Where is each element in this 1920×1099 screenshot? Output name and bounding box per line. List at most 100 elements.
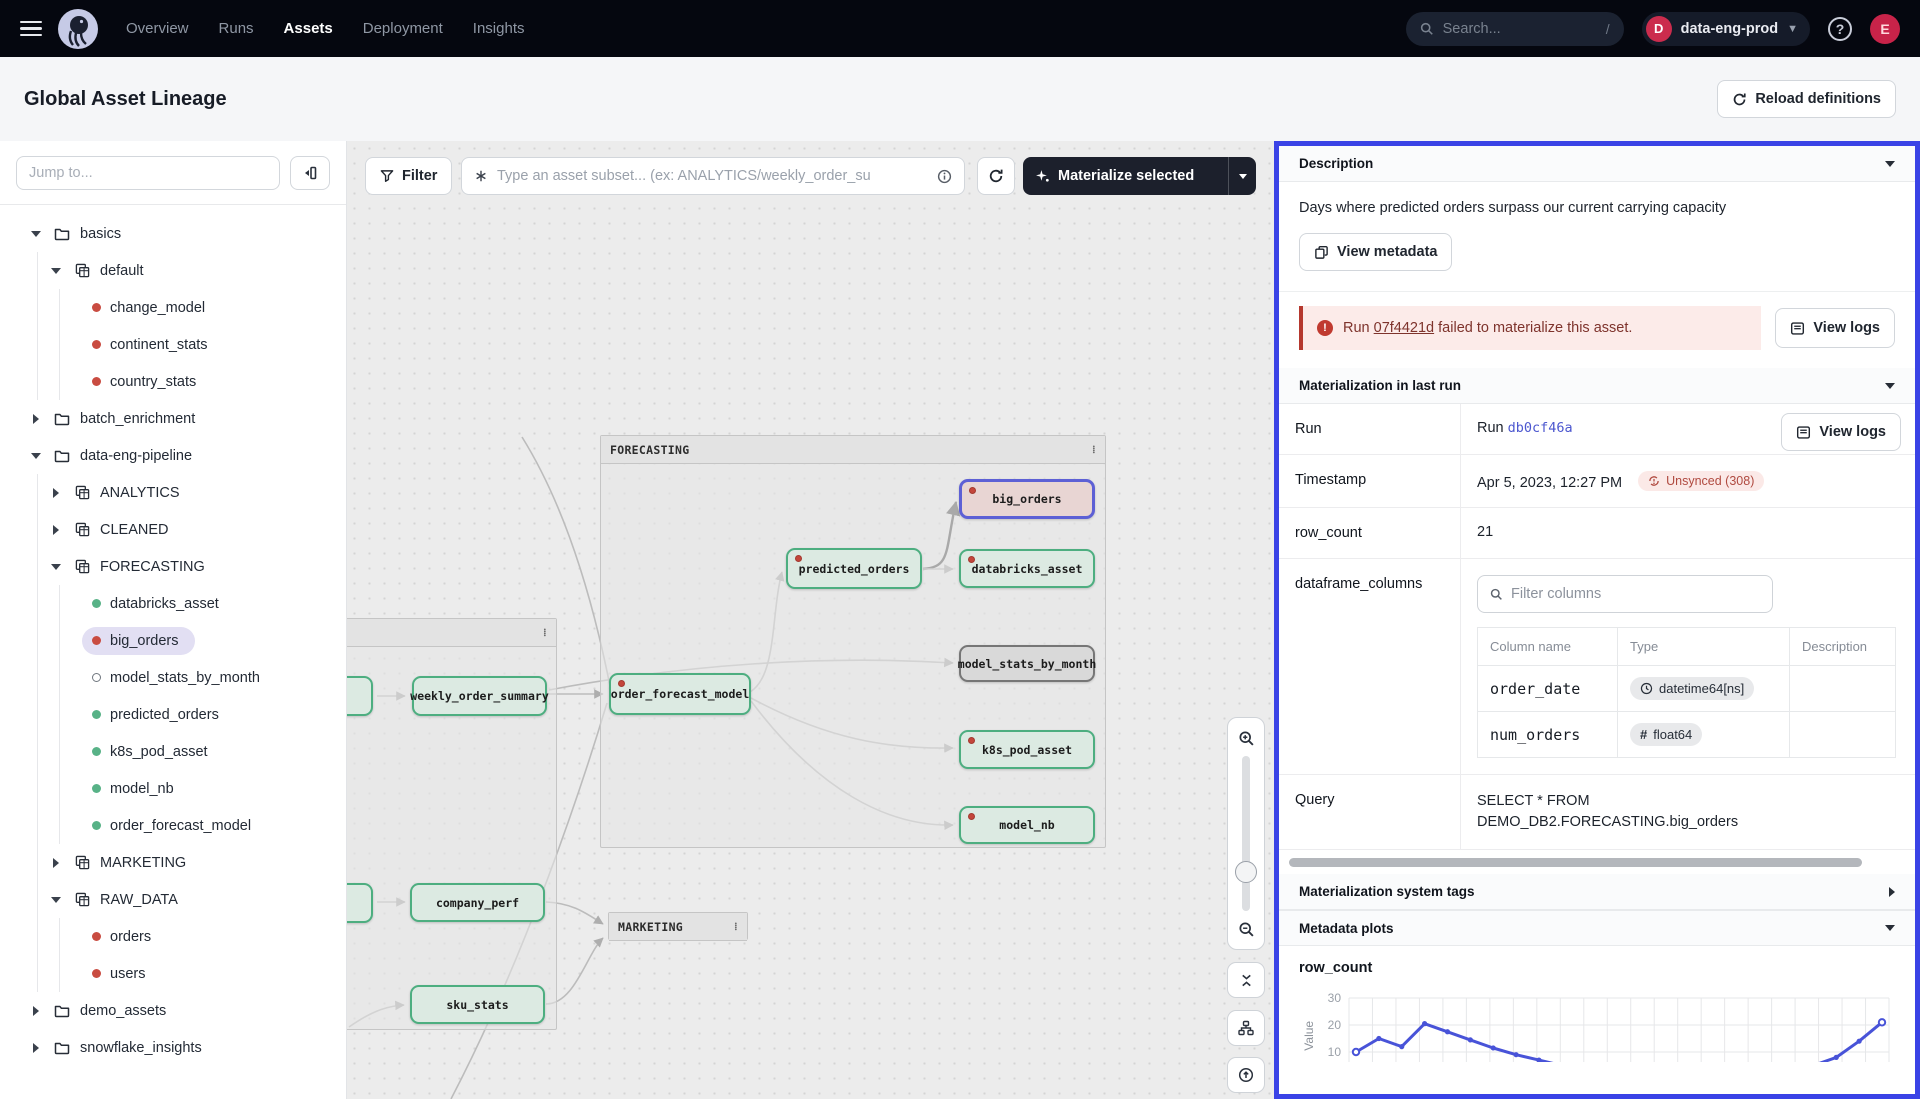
asset-node-order_forecast_model[interactable]: order_forecast_model bbox=[609, 673, 751, 715]
zoom-slider[interactable] bbox=[1242, 756, 1250, 911]
sidebar-item-CLEANED[interactable]: CLEANED bbox=[0, 511, 346, 548]
caret-right-icon[interactable] bbox=[50, 858, 62, 868]
sidebar-item-snowflake_insights[interactable]: snowflake_insights bbox=[0, 1029, 346, 1066]
group-header-MARKETING[interactable]: MARKETING⁞ bbox=[609, 913, 747, 941]
lineage-canvas[interactable]: ⁞FORECASTING⁞MARKETING⁞ weekly_order_sum… bbox=[347, 141, 1274, 1099]
sidebar-item-FORECASTING[interactable]: FORECASTING bbox=[0, 548, 346, 585]
sidebar-item-order_forecast_model[interactable]: order_forecast_model bbox=[0, 807, 346, 844]
asset-node-sku_stats[interactable]: sku_stats bbox=[410, 985, 545, 1024]
sidebar-item-orders[interactable]: orders bbox=[0, 918, 346, 955]
caret-right-icon[interactable] bbox=[30, 1043, 42, 1053]
materialize-main[interactable]: Materialize selected bbox=[1023, 168, 1228, 184]
view-logs-button[interactable]: View logs bbox=[1781, 413, 1901, 451]
recenter-button[interactable] bbox=[1227, 1057, 1265, 1093]
nav-link-insights[interactable]: Insights bbox=[473, 20, 525, 37]
asset-node-weekly_order_summary[interactable]: weekly_order_summary bbox=[412, 676, 547, 716]
caret-down-icon[interactable] bbox=[50, 897, 62, 903]
failed-run-link[interactable]: 07f4421d bbox=[1374, 320, 1434, 336]
caret-down-icon[interactable] bbox=[30, 231, 42, 237]
section-system-tags[interactable]: Materialization system tags bbox=[1279, 874, 1915, 910]
sidebar-item-RAW_DATA[interactable]: RAW_DATA bbox=[0, 881, 346, 918]
nav-link-deployment[interactable]: Deployment bbox=[363, 20, 443, 37]
dagster-logo-icon[interactable] bbox=[58, 9, 98, 49]
filter-button[interactable]: Filter bbox=[365, 157, 452, 195]
caret-down-icon[interactable] bbox=[50, 564, 62, 570]
caret-down-icon[interactable] bbox=[30, 453, 42, 459]
group-header-FORECASTING[interactable]: FORECASTING⁞ bbox=[601, 436, 1105, 464]
refresh-graph-button[interactable] bbox=[977, 157, 1015, 195]
sidebar-item-data-eng-pipeline[interactable]: data-eng-pipeline bbox=[0, 437, 346, 474]
section-materialization-last-run[interactable]: Materialization in last run bbox=[1279, 368, 1915, 404]
info-icon[interactable] bbox=[937, 169, 952, 184]
sidebar-item-change_model[interactable]: change_model bbox=[0, 289, 346, 326]
asset-node-big_orders[interactable]: big_orders bbox=[959, 479, 1095, 519]
materialize-dropdown-button[interactable] bbox=[1228, 157, 1256, 195]
asset-node-databricks_asset[interactable]: databricks_asset bbox=[959, 549, 1095, 588]
asset-tree-sidebar: basicsdefaultchange_modelcontinent_stats… bbox=[0, 141, 347, 1099]
avatar[interactable]: E bbox=[1870, 14, 1900, 44]
zoom-in-button[interactable] bbox=[1238, 724, 1255, 752]
view-logs-button[interactable]: View logs bbox=[1775, 308, 1895, 348]
collapse-sidebar-button[interactable] bbox=[290, 156, 330, 190]
materialize-selected-button[interactable]: Materialize selected bbox=[1023, 157, 1256, 195]
asset-node-company_perf[interactable]: company_perf bbox=[410, 883, 545, 922]
hamburger-menu-icon[interactable] bbox=[20, 21, 42, 37]
global-search-input[interactable]: Search... / bbox=[1406, 12, 1624, 46]
horizontal-scrollbar[interactable] bbox=[1289, 858, 1862, 867]
sidebar-item-model_stats_by_month[interactable]: model_stats_by_month bbox=[0, 659, 346, 696]
group-expand-icon[interactable]: ⁞ bbox=[734, 920, 738, 933]
sidebar-item-demo_assets[interactable]: demo_assets bbox=[0, 992, 346, 1029]
group-header-partial[interactable]: ⁞ bbox=[347, 619, 556, 647]
sidebar-item-country_stats[interactable]: country_stats bbox=[0, 363, 346, 400]
asset-node-clipped_left_1[interactable] bbox=[347, 676, 373, 716]
view-metadata-button[interactable]: View metadata bbox=[1299, 233, 1452, 271]
sidebar-item-ANALYTICS[interactable]: ANALYTICS bbox=[0, 474, 346, 511]
caret-right-icon[interactable] bbox=[30, 1006, 42, 1016]
filter-columns-input[interactable]: Filter columns bbox=[1477, 575, 1773, 613]
asset-tree: basicsdefaultchange_modelcontinent_stats… bbox=[0, 205, 346, 1099]
sidebar-item-batch_enrichment[interactable]: batch_enrichment bbox=[0, 400, 346, 437]
sidebar-item-continent_stats[interactable]: continent_stats bbox=[0, 326, 346, 363]
caret-right-icon[interactable] bbox=[50, 525, 62, 535]
asset-node-k8s_pod_asset[interactable]: k8s_pod_asset bbox=[959, 730, 1095, 769]
caret-right-icon[interactable] bbox=[50, 488, 62, 498]
caret-right-icon[interactable] bbox=[30, 414, 42, 424]
layout-hierarchy-button[interactable] bbox=[1227, 1010, 1265, 1046]
asset-subset-placeholder: Type an asset subset... (ex: ANALYTICS/w… bbox=[497, 168, 928, 184]
section-description[interactable]: Description bbox=[1279, 146, 1915, 182]
asset-node-predicted_orders[interactable]: predicted_orders bbox=[786, 548, 922, 589]
asset-group-icon bbox=[75, 263, 90, 278]
sidebar-item-default[interactable]: default bbox=[0, 252, 346, 289]
svg-text:Value: Value bbox=[1302, 1021, 1316, 1051]
caret-down-icon[interactable] bbox=[50, 268, 62, 274]
sidebar-item-MARKETING[interactable]: MARKETING bbox=[0, 844, 346, 881]
zoom-out-button[interactable] bbox=[1238, 915, 1255, 943]
asset-node-model_stats_by_month[interactable]: model_stats_by_month bbox=[959, 645, 1095, 682]
tree-guide bbox=[37, 881, 38, 918]
group-expand-icon[interactable]: ⁞ bbox=[1092, 443, 1096, 456]
sidebar-item-model_nb[interactable]: model_nb bbox=[0, 770, 346, 807]
zoom-slider-handle[interactable] bbox=[1235, 861, 1257, 883]
view-logs-label: View logs bbox=[1819, 424, 1886, 440]
group-expand-icon[interactable]: ⁞ bbox=[543, 626, 547, 639]
nav-link-runs[interactable]: Runs bbox=[219, 20, 254, 37]
sidebar-item-predicted_orders[interactable]: predicted_orders bbox=[0, 696, 346, 733]
sidebar-item-k8s_pod_asset[interactable]: k8s_pod_asset bbox=[0, 733, 346, 770]
sidebar-item-basics[interactable]: basics bbox=[0, 215, 346, 252]
nav-link-overview[interactable]: Overview bbox=[126, 20, 189, 37]
environment-switcher[interactable]: D data-eng-prod ▼ bbox=[1642, 12, 1810, 46]
sidebar-item-big_orders[interactable]: big_orders bbox=[0, 622, 346, 659]
collapse-groups-button[interactable] bbox=[1227, 962, 1265, 998]
sidebar-item-users[interactable]: users bbox=[0, 955, 346, 992]
jump-to-input[interactable] bbox=[16, 156, 280, 190]
nav-link-assets[interactable]: Assets bbox=[284, 20, 333, 37]
description-header-label: Description bbox=[1299, 156, 1373, 171]
sidebar-item-databricks_asset[interactable]: databricks_asset bbox=[0, 585, 346, 622]
asset-node-model_nb[interactable]: model_nb bbox=[959, 806, 1095, 844]
section-metadata-plots[interactable]: Metadata plots bbox=[1279, 910, 1915, 946]
run-id-link[interactable]: db0cf46a bbox=[1508, 420, 1573, 436]
help-icon[interactable]: ? bbox=[1828, 17, 1852, 41]
reload-definitions-button[interactable]: Reload definitions bbox=[1717, 80, 1896, 118]
asset-subset-input[interactable]: Type an asset subset... (ex: ANALYTICS/w… bbox=[461, 157, 965, 195]
asset-node-clipped_left_2[interactable] bbox=[347, 883, 373, 923]
